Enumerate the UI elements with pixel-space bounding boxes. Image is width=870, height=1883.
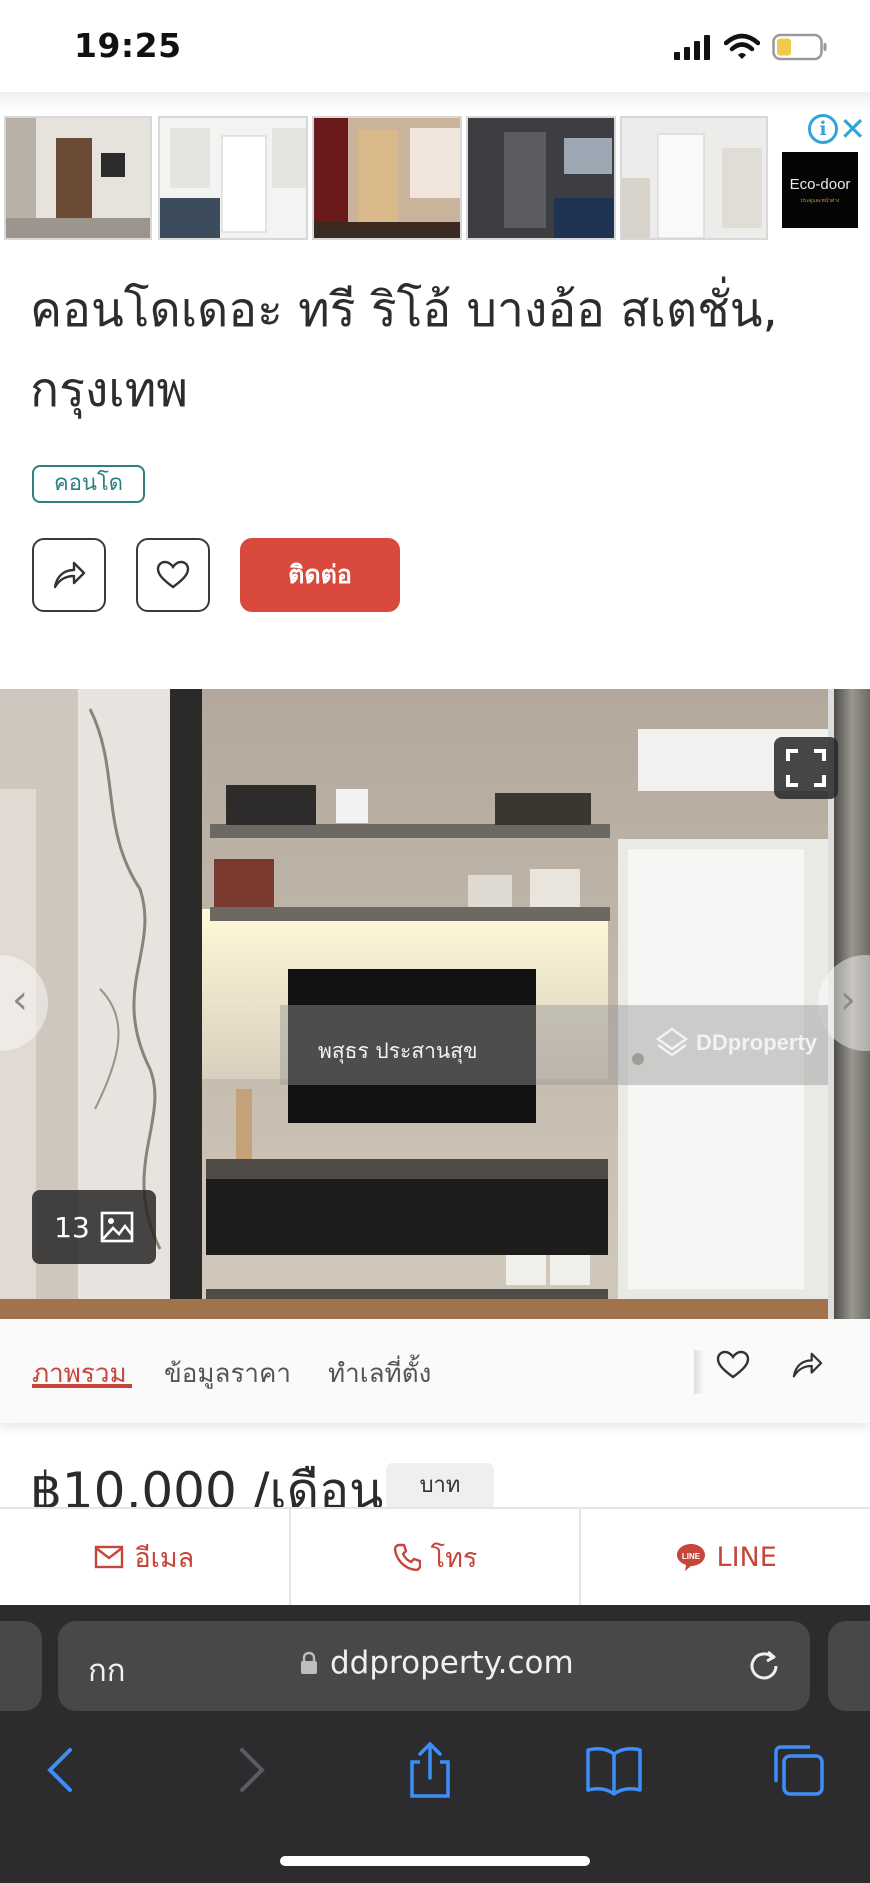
ad-image-door-3[interactable] [312,116,462,240]
next-tab-stub[interactable] [828,1621,870,1711]
contact-button[interactable]: ติดต่อ [240,538,400,612]
svg-text:LINE: LINE [681,1552,700,1561]
home-indicator [280,1856,590,1866]
contact-bar: อีเมล โทร LINE LINE [0,1507,870,1605]
forward-icon[interactable] [220,1740,280,1800]
tab-location[interactable]: ทำเลที่ตั้ง [328,1353,431,1394]
expand-icon [786,749,826,787]
chevron-left-icon: ‹ [12,977,28,1023]
ad-image-door-5[interactable] [620,116,768,240]
share-sheet-icon[interactable] [400,1740,460,1800]
mail-icon [95,1545,124,1569]
status-time: 19:25 [74,26,182,65]
header-shadow [0,92,870,112]
tab-heart-icon[interactable] [716,1350,750,1380]
ad-image-door-1[interactable] [4,116,152,240]
battery-icon [772,33,827,61]
tab-share-icon[interactable] [790,1350,824,1380]
active-tab-indicator [32,1384,132,1388]
ad-info-icon[interactable]: i [808,114,838,144]
currency-chip[interactable]: บาท [386,1463,494,1509]
photo-gallery[interactable]: ‹ › พสุธร ประสานสุข DDproperty 13 [0,689,870,1319]
ad-close-icon[interactable]: ✕ [839,112,866,146]
signal-icon [674,35,710,60]
status-icons [674,30,828,64]
listing-title: คอนโดเดอะ ทรี ริโอ้ บางอ้อ สเตชั่น, กรุง… [30,282,778,418]
line-icon: LINE [676,1544,705,1571]
share-button[interactable] [32,538,106,612]
reload-icon[interactable] [744,1646,784,1686]
watermark-brand-logo: DDproperty [656,1027,817,1059]
image-icon [100,1211,134,1243]
ddproperty-logo-icon [656,1027,688,1057]
tabs-icon[interactable] [768,1740,828,1800]
fullscreen-button[interactable] [774,737,838,799]
favorite-button[interactable] [136,538,210,612]
ad-image-door-4[interactable] [466,116,616,240]
wifi-icon [724,33,760,59]
call-button[interactable]: โทร [291,1509,582,1605]
email-button[interactable]: อีเมล [0,1509,291,1605]
ad-brand-logo[interactable]: Eco-door ประตูและหน้าต่าง [782,152,858,228]
share-arrow-icon [53,561,86,589]
back-icon[interactable] [32,1740,92,1800]
ad-banner[interactable]: i ✕ Eco-door ประตูและหน้าต่าง [0,112,870,246]
photo-count-badge[interactable]: 13 [32,1190,156,1264]
url-display[interactable]: ddproperty.com [300,1645,574,1681]
bookmarks-icon[interactable] [584,1740,644,1800]
text-size-button[interactable]: กก [88,1645,126,1695]
previous-tab-stub[interactable] [0,1621,42,1711]
tab-price-info[interactable]: ข้อมูลราคา [164,1353,291,1394]
heart-icon [156,560,190,589]
watermark-agent-name: พสุธร ประสานสุข [318,1039,478,1063]
status-bar: 19:25 [0,0,870,92]
ad-image-door-2[interactable] [158,116,308,240]
chevron-right-icon: › [840,977,856,1023]
tab-fade [694,1350,704,1394]
photo-count-value: 13 [54,1210,90,1244]
lock-icon [301,1651,317,1674]
property-type-tag: คอนโด [32,465,146,503]
line-button[interactable]: LINE LINE [581,1509,870,1605]
phone-icon [393,1543,421,1571]
